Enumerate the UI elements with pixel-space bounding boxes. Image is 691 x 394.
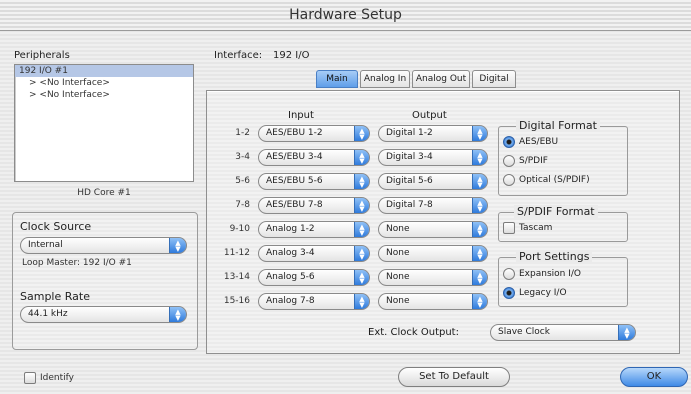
- output-value: Digital 1-2: [386, 128, 433, 138]
- sample-rate-popup[interactable]: 44.1 kHz ▲ ▼: [20, 306, 187, 323]
- radio-expansion-io[interactable]: [503, 268, 515, 280]
- output-popup[interactable]: Digital 5-6 ▲ ▼: [378, 173, 488, 190]
- identify-checkbox[interactable]: [24, 372, 36, 384]
- port-settings-title: Port Settings: [516, 250, 593, 263]
- peripherals-footer: HD Core #1: [77, 188, 131, 198]
- output-popup[interactable]: Digital 7-8 ▲ ▼: [378, 197, 488, 214]
- peripherals-list[interactable]: 192 I/O #1 > <No Interface> > <No Interf…: [14, 64, 194, 182]
- radio-spdif[interactable]: [503, 155, 515, 167]
- output-value: None: [386, 224, 410, 234]
- output-popup[interactable]: Digital 3-4 ▲ ▼: [378, 149, 488, 166]
- output-popup[interactable]: None ▲ ▼: [378, 245, 488, 262]
- input-value: AES/EBU 7-8: [266, 200, 323, 210]
- channel-label: 3-4: [235, 152, 250, 162]
- popup-arrows-icon: ▲ ▼: [618, 325, 635, 340]
- radio-optical[interactable]: [503, 174, 515, 186]
- input-popup[interactable]: Analog 1-2 ▲ ▼: [258, 221, 370, 238]
- window-title: Hardware Setup: [289, 7, 402, 23]
- ok-button[interactable]: OK: [620, 367, 688, 387]
- radio-aes-ebu[interactable]: [503, 136, 515, 148]
- digital-format-title: Digital Format: [516, 119, 600, 132]
- tascam-checkbox[interactable]: [503, 222, 515, 234]
- output-popup[interactable]: None ▲ ▼: [378, 293, 488, 310]
- input-value: Analog 1-2: [266, 224, 315, 234]
- output-popup[interactable]: None ▲ ▼: [378, 269, 488, 286]
- loop-master-label: Loop Master: 192 I/O #1: [22, 258, 132, 268]
- input-header: Input: [288, 110, 314, 121]
- channel-label: 11-12: [223, 248, 250, 258]
- option-expansion-io: Expansion I/O: [519, 269, 581, 279]
- input-value: Analog 3-4: [266, 248, 315, 258]
- ext-clock-value: Slave Clock: [498, 327, 550, 337]
- input-popup[interactable]: Analog 5-6 ▲ ▼: [258, 269, 370, 286]
- input-value: Analog 7-8: [266, 296, 315, 306]
- peripheral-item[interactable]: > <No Interface>: [15, 77, 193, 89]
- output-popup[interactable]: Digital 1-2 ▲ ▼: [378, 125, 488, 142]
- spdif-format-title: S/PDIF Format: [514, 205, 598, 218]
- radio-legacy-io[interactable]: [503, 287, 515, 299]
- input-popup[interactable]: AES/EBU 7-8 ▲ ▼: [258, 197, 370, 214]
- input-value: AES/EBU 3-4: [266, 152, 323, 162]
- option-aes-ebu: AES/EBU: [519, 137, 559, 147]
- port-settings-group: [498, 257, 628, 307]
- popup-arrows-icon: ▲ ▼: [169, 307, 186, 322]
- output-value: Digital 3-4: [386, 152, 433, 162]
- hardware-setup-window: Hardware Setup Peripherals 192 I/O #1 > …: [0, 0, 691, 394]
- channel-label: 5-6: [235, 176, 250, 186]
- peripheral-item[interactable]: > <No Interface>: [15, 89, 193, 101]
- sample-rate-label: Sample Rate: [20, 290, 90, 303]
- channel-label: 1-2: [235, 128, 250, 138]
- input-popup[interactable]: Analog 3-4 ▲ ▼: [258, 245, 370, 262]
- clock-source-value: Internal: [28, 240, 63, 250]
- clock-source-popup[interactable]: Internal ▲ ▼: [20, 237, 187, 254]
- clock-source-label: Clock Source: [20, 220, 92, 233]
- ext-clock-popup[interactable]: Slave Clock ▲ ▼: [490, 324, 636, 341]
- peripherals-label: Peripherals: [14, 50, 70, 61]
- output-header: Output: [412, 110, 447, 121]
- tab-digital[interactable]: Digital: [472, 70, 516, 88]
- option-spdif: S/PDIF: [519, 156, 548, 166]
- identify-label: Identify: [40, 373, 74, 383]
- popup-arrows-icon: ▲ ▼: [169, 238, 186, 253]
- input-popup[interactable]: AES/EBU 3-4 ▲ ▼: [258, 149, 370, 166]
- interface-value: 192 I/O: [273, 50, 310, 61]
- tab-analog-in[interactable]: Analog In: [360, 70, 410, 88]
- input-popup[interactable]: AES/EBU 5-6 ▲ ▼: [258, 173, 370, 190]
- channel-label: 7-8: [235, 200, 250, 210]
- output-value: None: [386, 272, 410, 282]
- output-value: None: [386, 296, 410, 306]
- option-legacy-io: Legacy I/O: [519, 288, 567, 298]
- tab-main[interactable]: Main: [316, 70, 358, 88]
- digital-format-group: [498, 126, 628, 196]
- sample-rate-value: 44.1 kHz: [28, 309, 68, 319]
- input-value: Analog 5-6: [266, 272, 315, 282]
- output-value: Digital 5-6: [386, 176, 433, 186]
- input-popup[interactable]: AES/EBU 1-2 ▲ ▼: [258, 125, 370, 142]
- channel-label: 13-14: [223, 272, 250, 282]
- tab-analog-out[interactable]: Analog Out: [412, 70, 470, 88]
- output-value: Digital 7-8: [386, 200, 433, 210]
- interface-label: Interface:: [214, 50, 263, 61]
- option-optical: Optical (S/PDIF): [519, 175, 590, 185]
- set-to-default-button[interactable]: Set To Default: [398, 367, 510, 387]
- ext-clock-label: Ext. Clock Output:: [368, 327, 459, 338]
- channel-label: 15-16: [223, 296, 250, 306]
- input-value: AES/EBU 5-6: [266, 176, 323, 186]
- input-value: AES/EBU 1-2: [266, 128, 323, 138]
- peripheral-item[interactable]: 192 I/O #1: [15, 65, 193, 77]
- channel-label: 9-10: [229, 224, 250, 234]
- output-popup[interactable]: None ▲ ▼: [378, 221, 488, 238]
- tascam-label: Tascam: [519, 223, 553, 233]
- input-popup[interactable]: Analog 7-8 ▲ ▼: [258, 293, 370, 310]
- output-value: None: [386, 248, 410, 258]
- title-bar[interactable]: Hardware Setup: [0, 0, 691, 31]
